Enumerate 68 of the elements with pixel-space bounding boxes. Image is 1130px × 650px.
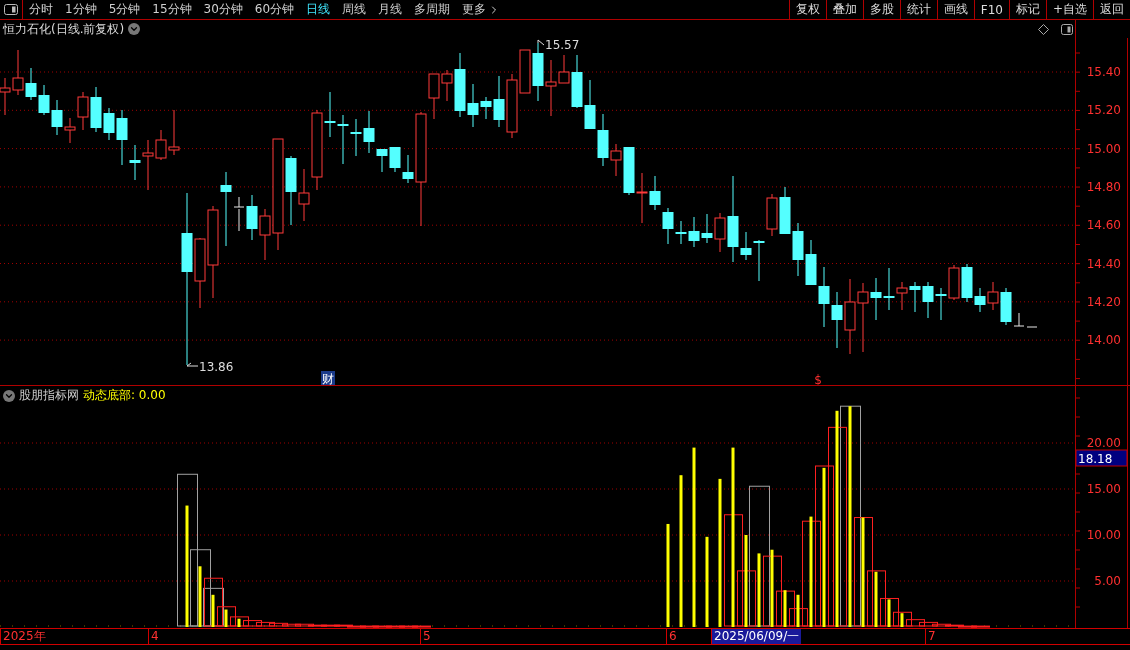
axis-label: 14.00 xyxy=(1086,333,1121,348)
low-price-pointer xyxy=(186,362,199,367)
period-tab[interactable]: 周线 xyxy=(336,0,373,19)
period-tab[interactable]: 60分钟 xyxy=(248,0,301,19)
axis-label: 14.80 xyxy=(1086,179,1121,194)
current-value-tag: 18.18 xyxy=(1075,449,1128,467)
high-price-pointer xyxy=(537,39,545,46)
candle xyxy=(90,86,102,133)
candle xyxy=(818,266,830,328)
diamond-icon[interactable] xyxy=(1038,23,1049,35)
period-tab[interactable]: 30分钟 xyxy=(197,0,249,19)
period-tab[interactable]: 日线 xyxy=(300,0,337,19)
candle xyxy=(987,281,999,311)
candle xyxy=(831,291,843,349)
dropdown-icon[interactable] xyxy=(3,389,15,402)
period-tab[interactable]: 更多 xyxy=(456,0,507,19)
candle xyxy=(688,216,700,248)
candle xyxy=(12,49,24,96)
date-label: 7 xyxy=(925,629,938,644)
finance-marker[interactable]: 财 xyxy=(321,371,335,385)
axis-label: 14.20 xyxy=(1086,294,1121,309)
date-label: 4 xyxy=(148,629,161,644)
date-label: 2025年 xyxy=(0,629,48,644)
candle xyxy=(935,287,947,321)
period-tab[interactable]: 多周期 xyxy=(408,0,457,19)
date-label: 5 xyxy=(420,629,433,644)
period-tab[interactable]: 月线 xyxy=(372,0,409,19)
axis-label: 15.20 xyxy=(1086,103,1121,118)
period-tab[interactable]: 15分钟 xyxy=(146,0,198,19)
candle xyxy=(584,79,596,130)
candle xyxy=(532,42,544,102)
axis-label: 14.40 xyxy=(1086,256,1121,271)
dropdown-icon[interactable] xyxy=(128,23,141,35)
candle xyxy=(25,67,37,101)
stock-title: 恒力石化(日线.前复权) xyxy=(3,20,125,38)
panel-toggle-icon[interactable] xyxy=(1061,23,1073,35)
axis-label: 5.00 xyxy=(1094,574,1121,588)
indicator-name: 股朋指标网 xyxy=(19,387,79,404)
panel-toggle-icon[interactable] xyxy=(4,4,18,15)
candle xyxy=(948,264,960,301)
candle xyxy=(701,213,713,244)
dividend-marker[interactable]: $ xyxy=(814,373,822,385)
axis-label: 10.00 xyxy=(1086,528,1121,542)
candle xyxy=(246,194,258,241)
candle xyxy=(909,281,921,313)
period-tab[interactable]: 分时 xyxy=(23,0,59,19)
candle xyxy=(350,118,362,157)
candle xyxy=(389,146,401,173)
candle xyxy=(792,222,804,277)
candle xyxy=(922,281,934,319)
candle xyxy=(766,193,778,237)
high-price-label: 15.57 xyxy=(545,38,580,52)
date-label: 6 xyxy=(666,629,679,644)
candle xyxy=(805,239,817,286)
axis-label: 15.00 xyxy=(1086,482,1121,496)
candle xyxy=(51,99,63,136)
period-tab[interactable]: 5分钟 xyxy=(102,0,147,19)
axis-label: 15.00 xyxy=(1086,141,1121,156)
axis-label: 15.40 xyxy=(1086,65,1121,79)
date-label: 2025/06/09/一 xyxy=(711,629,802,644)
low-price-label: 13.86 xyxy=(199,360,234,374)
candle xyxy=(779,186,791,235)
period-tab[interactable]: 1分钟 xyxy=(59,0,103,19)
candle xyxy=(38,84,50,116)
candle xyxy=(337,114,349,165)
axis-label: 20.00 xyxy=(1086,436,1121,450)
indicator-reading: 动态底部: 0.00 xyxy=(83,387,166,404)
axis-label: 14.60 xyxy=(1086,218,1121,233)
